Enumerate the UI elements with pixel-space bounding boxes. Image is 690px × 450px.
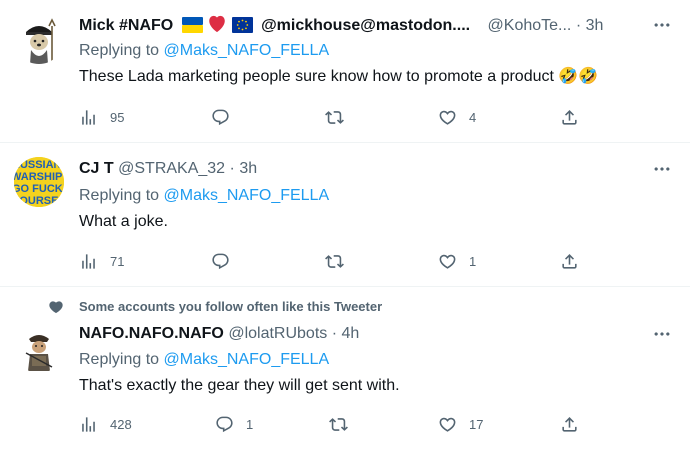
tweet[interactable]: Mick #NAFO @mickhouse@mastodon.... @Koho… <box>0 0 690 142</box>
views-button[interactable]: 95 <box>79 106 124 128</box>
avatar[interactable] <box>14 323 64 373</box>
share-button[interactable] <box>560 413 579 435</box>
svg-text:WARSHIP: WARSHIP <box>14 171 62 183</box>
retweet-button[interactable] <box>325 106 356 128</box>
views-count: 428 <box>110 416 132 432</box>
replying-to-label: Replying to <box>79 42 160 59</box>
retweet-icon <box>329 415 348 434</box>
more-options-button[interactable] <box>650 324 674 344</box>
share-button[interactable] <box>560 250 579 272</box>
dot-separator: · <box>575 17 582 34</box>
share-button[interactable] <box>560 106 579 128</box>
views-count: 95 <box>110 109 125 125</box>
like-count: 17 <box>469 416 484 432</box>
social-context <box>48 299 66 315</box>
like-icon <box>438 415 457 434</box>
display-name[interactable]: CJ T <box>79 160 114 177</box>
eu-flag-icon <box>231 17 253 39</box>
replying-to-handle[interactable]: @Maks_NAFO_FELLA <box>164 42 330 59</box>
avatar[interactable]: RUSSIAN WARSHIP GO FUCK YOURSELF <box>14 157 64 207</box>
like-button[interactable]: 17 <box>438 413 483 435</box>
replying-to: Replying to @Maks_NAFO_FELLA <box>79 186 329 206</box>
tweet-actions: 95 4 <box>79 106 599 128</box>
ukraine-flag-icon <box>181 17 203 39</box>
reply-icon <box>215 415 234 434</box>
tweet-text: That's exactly the gear they will get se… <box>79 377 400 394</box>
like-button[interactable]: 1 <box>438 250 476 272</box>
reply-button[interactable]: 1 <box>215 413 253 435</box>
tweet-header: NAFO.NAFO.NAFO @lolatRUbots · 4h <box>79 324 359 344</box>
red-heart-icon <box>207 15 227 39</box>
more-options-button[interactable] <box>650 15 674 35</box>
reply-count: 1 <box>246 416 254 432</box>
tweet-header: CJ T @STRAKA_32 · 3h <box>79 159 257 179</box>
replying-to: Replying to @Maks_NAFO_FELLA <box>79 350 329 370</box>
views-count: 71 <box>110 253 125 269</box>
svg-text:YOURSELF: YOURSELF <box>14 195 64 207</box>
tweet-header: Mick #NAFO @mickhouse@mastodon.... @Koho… <box>79 15 603 39</box>
tweet[interactable]: Some accounts you follow often like this… <box>0 287 690 450</box>
like-icon <box>438 252 457 271</box>
username[interactable]: @STRAKA_32 <box>118 160 225 177</box>
svg-text:GO FUCK: GO FUCK <box>14 183 63 195</box>
social-context-text: Some accounts you follow often like this… <box>79 299 383 314</box>
avatar[interactable] <box>14 14 64 64</box>
tweet-text: What a joke. <box>79 213 168 230</box>
timestamp[interactable]: 3h <box>239 160 257 177</box>
like-icon <box>438 108 457 127</box>
tweet-text: These Lada marketing people sure know ho… <box>79 68 599 85</box>
avatar-image: RUSSIAN WARSHIP GO FUCK YOURSELF <box>14 157 64 207</box>
reply-icon <box>211 252 230 271</box>
like-button[interactable]: 4 <box>438 106 476 128</box>
svg-text:RUSSIAN: RUSSIAN <box>14 159 62 171</box>
more-icon <box>652 159 672 179</box>
reply-icon <box>211 108 230 127</box>
more-options-button[interactable] <box>650 159 674 179</box>
replying-to-handle[interactable]: @Maks_NAFO_FELLA <box>164 187 330 204</box>
dot-separator: · <box>331 325 338 342</box>
display-name-handle[interactable]: @mickhouse@mastodon.... <box>261 17 470 34</box>
analytics-icon <box>79 252 98 271</box>
views-button[interactable]: 428 <box>79 413 132 435</box>
replying-to-label: Replying to <box>79 187 160 204</box>
retweet-button[interactable] <box>325 250 356 272</box>
retweet-icon <box>325 108 344 127</box>
more-icon <box>652 324 672 344</box>
like-count: 1 <box>469 253 477 269</box>
like-count: 4 <box>469 109 477 125</box>
display-name[interactable]: NAFO.NAFO.NAFO <box>79 325 224 342</box>
username[interactable]: @lolatRUbots <box>228 325 327 342</box>
analytics-icon <box>79 108 98 127</box>
display-name[interactable]: Mick #NAFO <box>79 17 173 34</box>
share-icon <box>560 252 579 271</box>
reply-button[interactable] <box>211 106 242 128</box>
timestamp[interactable]: 4h <box>342 325 360 342</box>
tweet-actions: 71 1 <box>79 250 599 272</box>
reply-button[interactable] <box>211 250 242 272</box>
share-icon <box>560 108 579 127</box>
tweet-actions: 428 1 17 <box>79 413 599 435</box>
username[interactable]: @KohoTe... <box>488 17 572 34</box>
views-button[interactable]: 71 <box>79 250 124 272</box>
timestamp[interactable]: 3h <box>586 17 604 34</box>
retweet-icon <box>325 252 344 271</box>
replying-to: Replying to @Maks_NAFO_FELLA <box>79 41 329 61</box>
tweet[interactable]: RUSSIAN WARSHIP GO FUCK YOURSELF CJ T @S… <box>0 143 690 286</box>
heart-icon <box>49 301 63 314</box>
avatar-image <box>14 323 64 373</box>
pirate-dog-avatar-image <box>14 14 64 64</box>
replying-to-label: Replying to <box>79 351 160 368</box>
more-icon <box>652 15 672 35</box>
dot-separator: · <box>229 160 235 177</box>
retweet-button[interactable] <box>329 413 360 435</box>
analytics-icon <box>79 415 98 434</box>
share-icon <box>560 415 579 434</box>
replying-to-handle[interactable]: @Maks_NAFO_FELLA <box>164 351 330 368</box>
